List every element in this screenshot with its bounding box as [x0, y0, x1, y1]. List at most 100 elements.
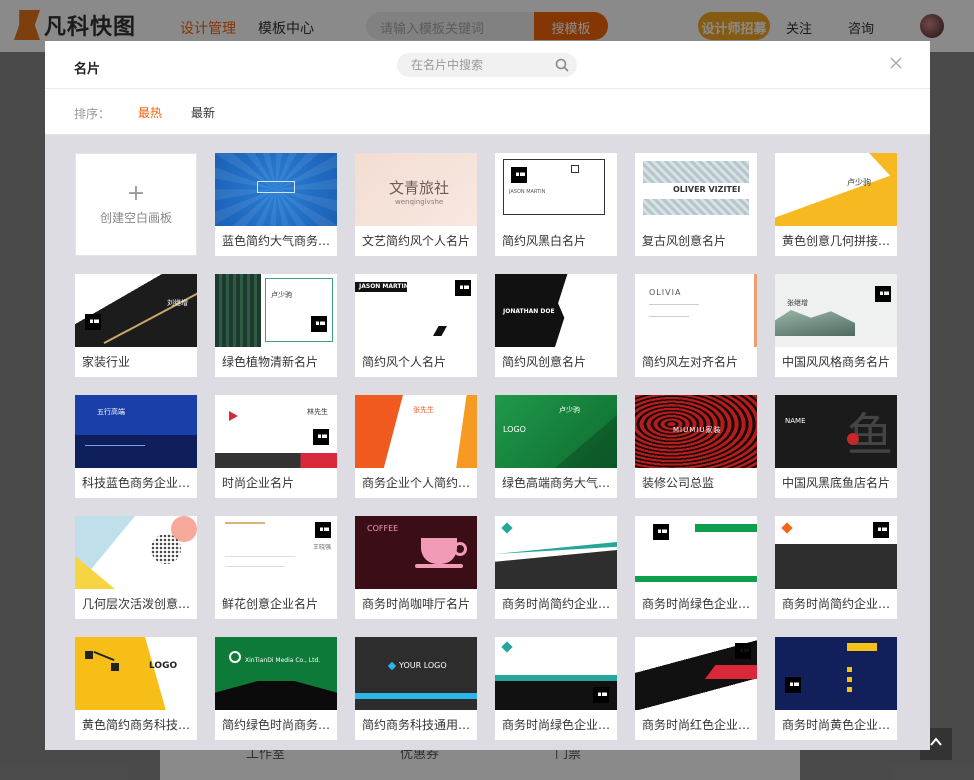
template-title: 科技蓝色商务企业名片: [82, 476, 194, 490]
template-card[interactable]: YOUR LOGO 简约商务科技通用名片: [355, 637, 477, 740]
template-card[interactable]: 卢少驹 绿色植物清新名片: [215, 274, 337, 377]
sort-option-new[interactable]: 最新: [191, 104, 215, 121]
template-thumbnail: [635, 637, 757, 710]
template-grid-area: + 创建空白画板 蓝色简约大气商务名片 文青旅社 wenqinglvshe 文艺…: [45, 135, 930, 750]
template-card[interactable]: 几何层次活泼创意名片: [75, 516, 197, 619]
chevron-up-icon: [930, 737, 942, 746]
template-card[interactable]: 刘继增 家装行业: [75, 274, 197, 377]
thumb-text: YOUR LOGO: [399, 661, 447, 670]
template-thumbnail: 王晓强: [215, 516, 337, 589]
modal-search-input[interactable]: [397, 53, 547, 77]
template-card[interactable]: 文青旅社 wenqinglvshe 文艺简约风个人名片: [355, 153, 477, 256]
template-card[interactable]: 五行高端 科技蓝色商务企业名片: [75, 395, 197, 498]
thumb-text: 卢少驹: [271, 291, 292, 299]
template-title: 商务企业个人简约名片: [362, 476, 474, 490]
template-title: 商务时尚简约企业名片: [782, 597, 894, 611]
template-card[interactable]: 卢少驹 黄色创意几何拼接名片: [775, 153, 897, 256]
thumb-text: 卢少驹: [559, 406, 580, 414]
template-card[interactable]: LOGO 黄色简约商务科技名片: [75, 637, 197, 740]
template-title: 时尚企业名片: [222, 476, 295, 490]
template-card[interactable]: XinTianDi Media Co., Ltd. 简约绿色时尚商务名片: [215, 637, 337, 740]
template-thumbnail: COFFEE: [355, 516, 477, 589]
template-title: 商务时尚黄色企业名片: [782, 718, 894, 732]
thumb-text: MIUMIU家装: [673, 426, 722, 434]
template-title: 文艺简约风个人名片: [362, 234, 471, 248]
thumb-text: JONATHAN DOE: [503, 308, 555, 315]
template-thumbnail: YOUR LOGO: [355, 637, 477, 710]
thumb-text: 刘继增: [167, 299, 188, 307]
close-icon[interactable]: [888, 55, 904, 71]
template-card[interactable]: NAME 鱼 中国风黑底鱼店名片: [775, 395, 897, 498]
sort-option-hot[interactable]: 最热: [138, 104, 162, 121]
template-card[interactable]: 卢少驹 LOGO 绿色高端商务大气名片: [495, 395, 617, 498]
template-title: 简约风黑白名片: [502, 234, 587, 248]
template-card[interactable]: OLIVER VIZITEI 复古风创意名片: [635, 153, 757, 256]
template-thumbnail: 五行高端: [75, 395, 197, 468]
template-card[interactable]: 商务时尚简约企业名片: [775, 516, 897, 619]
thumb-text: 王晓强: [313, 544, 332, 551]
template-thumbnail: JASON MARTIN: [355, 274, 477, 347]
thumb-text: 卢少驹: [847, 178, 871, 187]
thumb-text: NAME: [785, 417, 806, 425]
template-thumbnail: 张先生: [355, 395, 477, 468]
template-thumbnail: JASON MARTIN: [495, 153, 617, 226]
template-card[interactable]: 商务时尚绿色企业名片: [635, 516, 757, 619]
template-picker-modal: 名片 排序： 最热 最新 + 创建空白画板 蓝色简约大气商务名片: [45, 41, 930, 750]
template-thumbnail: OLIVER VIZITEI: [635, 153, 757, 226]
template-title: 简约商务科技通用名片: [362, 718, 474, 732]
thumb-text: OLIVER VIZITEI: [673, 185, 741, 194]
template-thumbnail: XinTianDi Media Co., Ltd.: [215, 637, 337, 710]
thumb-text: 鱼: [847, 408, 893, 462]
template-thumbnail: [775, 637, 897, 710]
template-thumbnail: [215, 153, 337, 226]
thumb-text: wenqinglvshe: [395, 198, 444, 206]
template-card[interactable]: 商务时尚绿色企业名片: [495, 637, 617, 740]
template-card[interactable]: JASON MARTIN 简约风个人名片: [355, 274, 477, 377]
template-title: 装修公司总监: [642, 476, 715, 490]
create-blank-canvas[interactable]: + 创建空白画板: [75, 153, 197, 256]
template-title: 黄色简约商务科技名片: [82, 718, 194, 732]
template-title: 商务时尚简约企业名片: [502, 597, 614, 611]
template-thumbnail: 文青旅社 wenqinglvshe: [355, 153, 477, 226]
thumb-text: LOGO: [503, 425, 526, 434]
template-title: 商务时尚红色企业名片: [642, 718, 754, 732]
thumb-text: OLIVIA: [649, 288, 682, 297]
thumb-text: 林先生: [307, 408, 328, 416]
template-card[interactable]: 张继增 中国风风格商务名片: [775, 274, 897, 377]
template-card[interactable]: 商务时尚简约企业名片: [495, 516, 617, 619]
template-card[interactable]: 商务时尚黄色企业名片: [775, 637, 897, 740]
template-grid: + 创建空白画板 蓝色简约大气商务名片 文青旅社 wenqinglvshe 文艺…: [75, 153, 897, 740]
template-title: 绿色高端商务大气名片: [502, 476, 614, 490]
thumb-text: XinTianDi Media Co., Ltd.: [245, 657, 321, 664]
template-thumbnail: 卢少驹: [215, 274, 337, 347]
modal-search[interactable]: [397, 53, 577, 77]
template-title: 鲜花创意企业名片: [222, 597, 319, 611]
template-card[interactable]: JASON MARTIN 简约风黑白名片: [495, 153, 617, 256]
template-card[interactable]: 王晓强 鲜花创意企业名片: [215, 516, 337, 619]
search-icon[interactable]: [555, 58, 569, 72]
template-card[interactable]: MIUMIU家装 装修公司总监: [635, 395, 757, 498]
template-title: 商务时尚绿色企业名片: [502, 718, 614, 732]
template-card[interactable]: 商务时尚红色企业名片: [635, 637, 757, 740]
template-thumbnail: OLIVIA: [635, 274, 757, 347]
template-card[interactable]: OLIVIA 简约风左对齐名片: [635, 274, 757, 377]
plus-icon: +: [126, 181, 146, 206]
template-thumbnail: [495, 516, 617, 589]
template-thumbnail: LOGO: [75, 637, 197, 710]
template-card[interactable]: JONATHAN DOE 简约风创意名片: [495, 274, 617, 377]
template-card[interactable]: COFFEE 商务时尚咖啡厅名片: [355, 516, 477, 619]
template-title: 简约风个人名片: [362, 355, 447, 369]
thumb-text: 五行高端: [97, 408, 125, 416]
template-card[interactable]: 张先生 商务企业个人简约名片: [355, 395, 477, 498]
template-title: 中国风黑底鱼店名片: [782, 476, 891, 490]
thumb-text: JASON MARTIN: [359, 283, 409, 290]
template-title: 复古风创意名片: [642, 234, 727, 248]
template-thumbnail: JONATHAN DOE: [495, 274, 617, 347]
template-thumbnail: 张继增: [775, 274, 897, 347]
thumb-text: 张继增: [787, 299, 808, 307]
sort-label: 排序：: [74, 107, 111, 121]
template-card[interactable]: 蓝色简约大气商务名片: [215, 153, 337, 256]
template-card[interactable]: 林先生 时尚企业名片: [215, 395, 337, 498]
template-title: 绿色植物清新名片: [222, 355, 319, 369]
thumb-text: LOGO: [149, 661, 178, 671]
